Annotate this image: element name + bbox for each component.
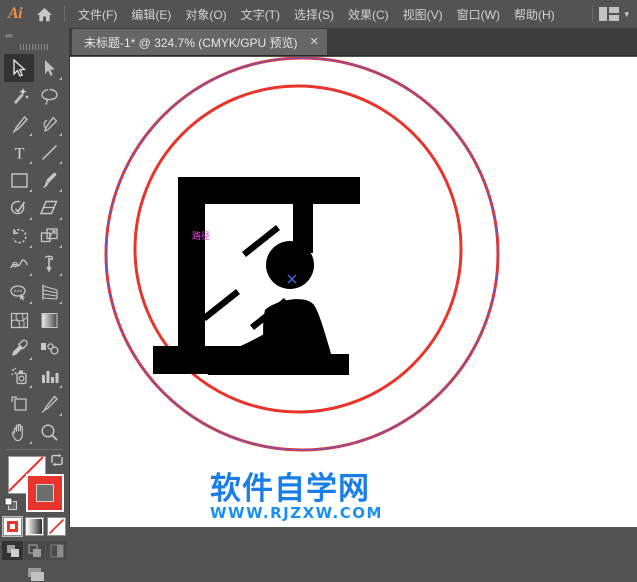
menu-bar-right: ▾ — [586, 6, 637, 22]
magic-wand-tool[interactable] — [4, 82, 34, 110]
type-tool[interactable]: T — [4, 138, 34, 166]
stroke-swatch[interactable] — [26, 474, 64, 512]
symbol-sprayer-tool[interactable] — [4, 362, 34, 390]
workspace-divider — [592, 6, 594, 22]
paintbrush-tool[interactable] — [34, 166, 64, 194]
menu-item-object[interactable]: 对象(O) — [178, 1, 233, 28]
menu-bar: Ai 文件(F) 编辑(E) 对象(O) 文字(T) 选择(S) 效果(C) 视… — [0, 0, 637, 28]
draw-inside-button[interactable] — [46, 541, 67, 560]
draw-normal-button[interactable] — [2, 541, 23, 560]
draw-mode-buttons — [0, 541, 69, 560]
menu-item-window[interactable]: 窗口(W) — [450, 1, 507, 28]
panel-drag-handle[interactable] — [0, 42, 69, 52]
eraser-tool[interactable] — [34, 194, 64, 222]
menu-item-edit[interactable]: 编辑(E) — [124, 1, 178, 28]
lasso-tool[interactable] — [34, 82, 64, 110]
menu-item-view[interactable]: 视图(V) — [396, 1, 450, 28]
tool-grid: T — [0, 52, 69, 446]
menu-item-type[interactable]: 文字(T) — [234, 1, 287, 28]
curvature-tool[interactable] — [34, 110, 64, 138]
menu-item-file[interactable]: 文件(F) — [71, 1, 124, 28]
collapse-panel-button[interactable]: «« — [0, 28, 69, 42]
blend-tool[interactable] — [34, 334, 64, 362]
slice-tool[interactable] — [34, 390, 64, 418]
artboard-tool[interactable] — [4, 390, 34, 418]
default-fill-stroke-icon[interactable] — [4, 497, 18, 516]
swap-fill-stroke-icon[interactable] — [50, 453, 64, 472]
document-tab-bar: 未标题-1* @ 324.7% (CMYK/GPU 预览) ✕ — [0, 28, 637, 56]
pictogram-artwork — [153, 177, 360, 375]
scale-tool[interactable] — [34, 222, 64, 250]
menu-divider — [64, 6, 65, 22]
tools-panel: «« T — [0, 28, 70, 581]
document-canvas[interactable]: 路径 软件自学网 WWW.RJZXW.COM — [70, 57, 637, 527]
mesh-tool[interactable] — [4, 306, 34, 334]
workspace-layout-icon[interactable] — [599, 7, 620, 21]
menu-item-help[interactable]: 帮助(H) — [507, 1, 562, 28]
column-graph-tool[interactable] — [34, 362, 64, 390]
draw-behind-button[interactable] — [24, 541, 45, 560]
path-tooltip-label: 路径 — [192, 231, 211, 241]
fill-stroke-cluster — [0, 453, 69, 515]
zoom-tool[interactable] — [34, 418, 64, 446]
shape-builder-tool[interactable] — [4, 278, 34, 306]
hand-tool[interactable] — [4, 418, 34, 446]
eyedropper-tool[interactable] — [4, 334, 34, 362]
tools-divider — [6, 449, 63, 450]
screen-mode-button[interactable] — [0, 566, 69, 582]
close-icon[interactable]: ✕ — [310, 36, 319, 48]
shaper-tool[interactable] — [4, 194, 34, 222]
rectangle-tool[interactable] — [4, 166, 34, 194]
rotate-tool[interactable] — [4, 222, 34, 250]
perspective-grid-tool[interactable] — [34, 278, 64, 306]
menu-item-list: 文件(F) 编辑(E) 对象(O) 文字(T) 选择(S) 效果(C) 视图(V… — [71, 1, 562, 28]
illustrator-window: Ai 文件(F) 编辑(E) 对象(O) 文字(T) 选择(S) 效果(C) 视… — [0, 0, 637, 581]
menu-item-effect[interactable]: 效果(C) — [341, 1, 396, 28]
width-tool[interactable] — [4, 250, 34, 278]
free-transform-tool[interactable] — [34, 250, 64, 278]
artwork-svg — [104, 57, 500, 452]
svg-text:T: T — [14, 145, 24, 161]
chevron-down-icon[interactable]: ▾ — [624, 9, 629, 20]
selection-tool[interactable] — [4, 54, 34, 82]
gradient-tool[interactable] — [34, 306, 64, 334]
document-tab[interactable]: 未标题-1* @ 324.7% (CMYK/GPU 预览) ✕ — [72, 29, 327, 55]
home-icon[interactable] — [30, 0, 58, 28]
direct-selection-tool[interactable] — [34, 54, 64, 82]
app-logo: Ai — [7, 5, 23, 22]
document-tab-label: 未标题-1* @ 324.7% (CMYK/GPU 预览) — [84, 35, 298, 50]
pen-tool[interactable] — [4, 110, 34, 138]
menu-item-select[interactable]: 选择(S) — [287, 1, 341, 28]
line-segment-tool[interactable] — [34, 138, 64, 166]
